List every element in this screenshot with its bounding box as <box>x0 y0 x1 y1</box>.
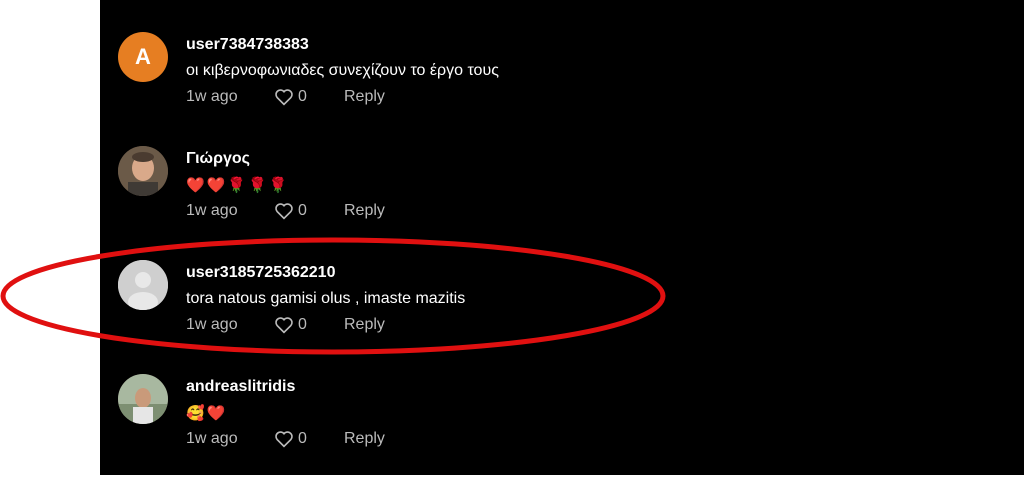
avatar-photo-icon <box>118 374 168 424</box>
like-count: 0 <box>298 430 307 447</box>
comments-panel: A user7384738383 οι κιβερνοφωνιαδες συνε… <box>100 0 1024 475</box>
comment-username[interactable]: andreaslitridis <box>186 378 295 396</box>
like-count: 0 <box>298 316 307 333</box>
comment-age: 1w ago <box>186 88 238 105</box>
comment-text: 🥰❤️ <box>186 405 228 422</box>
comment-item: Γιώργος ❤️❤️🌹🌹🌹 1w ago 0 Reply <box>100 146 1024 256</box>
like-button[interactable]: 0 <box>274 430 344 448</box>
comment-item: A user7384738383 οι κιβερνοφωνιαδες συνε… <box>100 32 1024 142</box>
comment-meta: 1w ago 0 Reply <box>186 88 385 106</box>
comment-meta: 1w ago 0 Reply <box>186 202 385 220</box>
like-count: 0 <box>298 202 307 219</box>
avatar[interactable] <box>118 146 168 196</box>
heart-icon <box>275 203 293 220</box>
avatar[interactable] <box>118 374 168 424</box>
reply-button[interactable]: Reply <box>344 202 385 220</box>
reply-button[interactable]: Reply <box>344 430 385 448</box>
comment-age: 1w ago <box>186 202 238 219</box>
comment-text: οι κιβερνοφωνιαδες συνεχίζουν το έργο το… <box>186 62 499 79</box>
heart-icon <box>275 431 293 448</box>
comment-meta: 1w ago 0 Reply <box>186 430 385 448</box>
avatar[interactable] <box>118 260 168 310</box>
comment-text: tora natous gamisi olus , imaste mazitis <box>186 290 466 307</box>
like-count: 0 <box>298 88 307 105</box>
heart-icon <box>275 317 293 334</box>
like-button[interactable]: 0 <box>274 88 344 106</box>
comment-meta: 1w ago 0 Reply <box>186 316 385 334</box>
comment-age: 1w ago <box>186 316 238 333</box>
comment-age: 1w ago <box>186 430 238 447</box>
default-avatar-icon <box>118 260 168 310</box>
avatar[interactable]: A <box>118 32 168 82</box>
comment-username[interactable]: user3185725362210 <box>186 264 335 282</box>
heart-icon <box>275 89 293 106</box>
comment-text: ❤️❤️🌹🌹🌹 <box>186 177 290 194</box>
comment-username[interactable]: user7384738383 <box>186 36 309 54</box>
comment-username[interactable]: Γιώργος <box>186 150 250 168</box>
avatar-letter: A <box>135 44 151 69</box>
comment-item: andreaslitridis 🥰❤️ 1w ago 0 Reply <box>100 374 1024 484</box>
reply-button[interactable]: Reply <box>344 88 385 106</box>
like-button[interactable]: 0 <box>274 202 344 220</box>
reply-button[interactable]: Reply <box>344 316 385 334</box>
avatar-photo-icon <box>118 146 168 196</box>
like-button[interactable]: 0 <box>274 316 344 334</box>
comment-item: user3185725362210 tora natous gamisi olu… <box>100 260 1024 370</box>
